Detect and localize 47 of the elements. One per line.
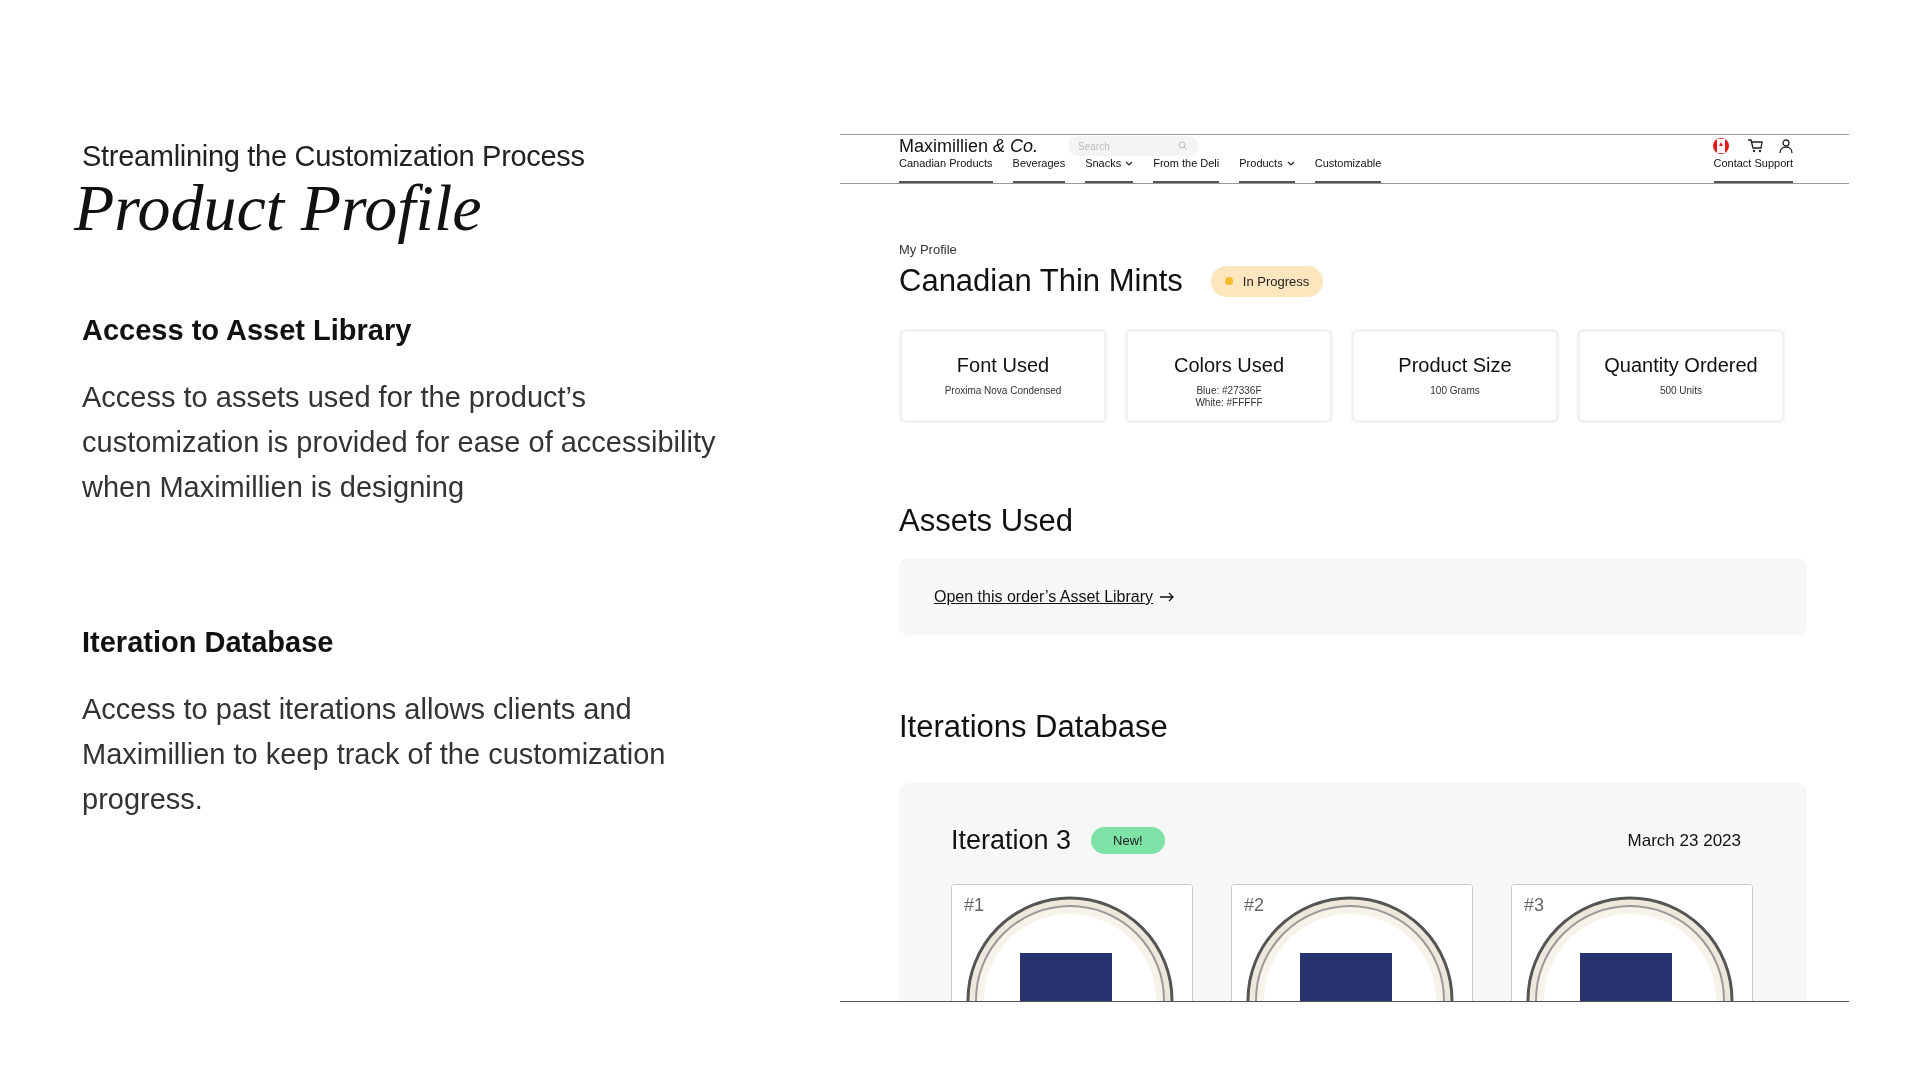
iteration-tile[interactable]: #3 [1511,884,1753,1001]
asset-library-link[interactable]: Open this order’s Asset Library [934,588,1176,606]
tile-label: #2 [1244,895,1265,916]
section-heading: Iterations Database [899,709,1169,745]
nav-item[interactable]: Products [1239,157,1295,183]
section-heading: Iteration Database [82,626,335,660]
contact-link[interactable]: Contact Support [1713,157,1793,183]
logo[interactable]: Maximillien & Co. [899,135,1039,157]
card-value: White: #FFFFF [1195,397,1263,409]
tile-label: #1 [964,895,985,916]
section-heading: Access to Asset Library [82,314,413,348]
chevron-icon [1286,160,1295,166]
card-title: Quantity Ordered [1604,354,1758,377]
status-dot [1224,277,1233,285]
cart-icon[interactable] [1747,139,1763,153]
card-title: Colors Used [1173,354,1284,377]
card-value: 100 Grams [1430,385,1480,397]
nav-item[interactable]: Beverages [1012,157,1066,183]
slide-subtitle: Streamlining the Customization Process [82,140,586,173]
nav-item[interactable]: Snacks [1085,157,1134,183]
flag-icon[interactable] [1711,138,1731,154]
card-value: Blue: #27336F [1196,385,1262,397]
section-text: Access to assets used for the product’s customization is provided for ease of accessibility when Maximillien is designing [82,380,717,506]
arrow-icon [1159,592,1176,602]
iteration-date: March 23 2023 [1627,830,1741,851]
search-icon [1178,141,1189,151]
card-title: Font Used [956,354,1050,377]
product-name: Canadian Thin Mints [899,263,1183,299]
user-icon[interactable] [1779,139,1793,153]
chevron-icon [1125,160,1134,166]
new-badge: New! [1091,827,1165,854]
section-text: Access to past iterations allows clients and Maximillien to keep track of the customization progress. [82,692,667,818]
card-value: Proxima Nova Condensed [944,385,1062,397]
slide-title: Product Profile [74,173,483,243]
breadcrumb[interactable]: My Profile [899,242,1807,257]
status-badge: In Progress [1210,265,1324,297]
search-field[interactable]: Search [1068,136,1199,156]
section-heading: Assets Used [899,503,1074,539]
iteration-tile[interactable]: #2 [1231,884,1473,1001]
card-value: 500 Units [1659,385,1703,397]
iteration-title: Iteration 3 [951,825,1072,856]
nav-item[interactable]: Canadian Products [899,157,993,183]
nav-item[interactable]: Customizable [1314,157,1382,183]
card-title: Product Size [1398,354,1512,377]
tile-label: #3 [1524,895,1545,916]
iteration-tile[interactable]: #1 [951,884,1193,1001]
nav-item[interactable]: From the Deli [1153,157,1220,183]
